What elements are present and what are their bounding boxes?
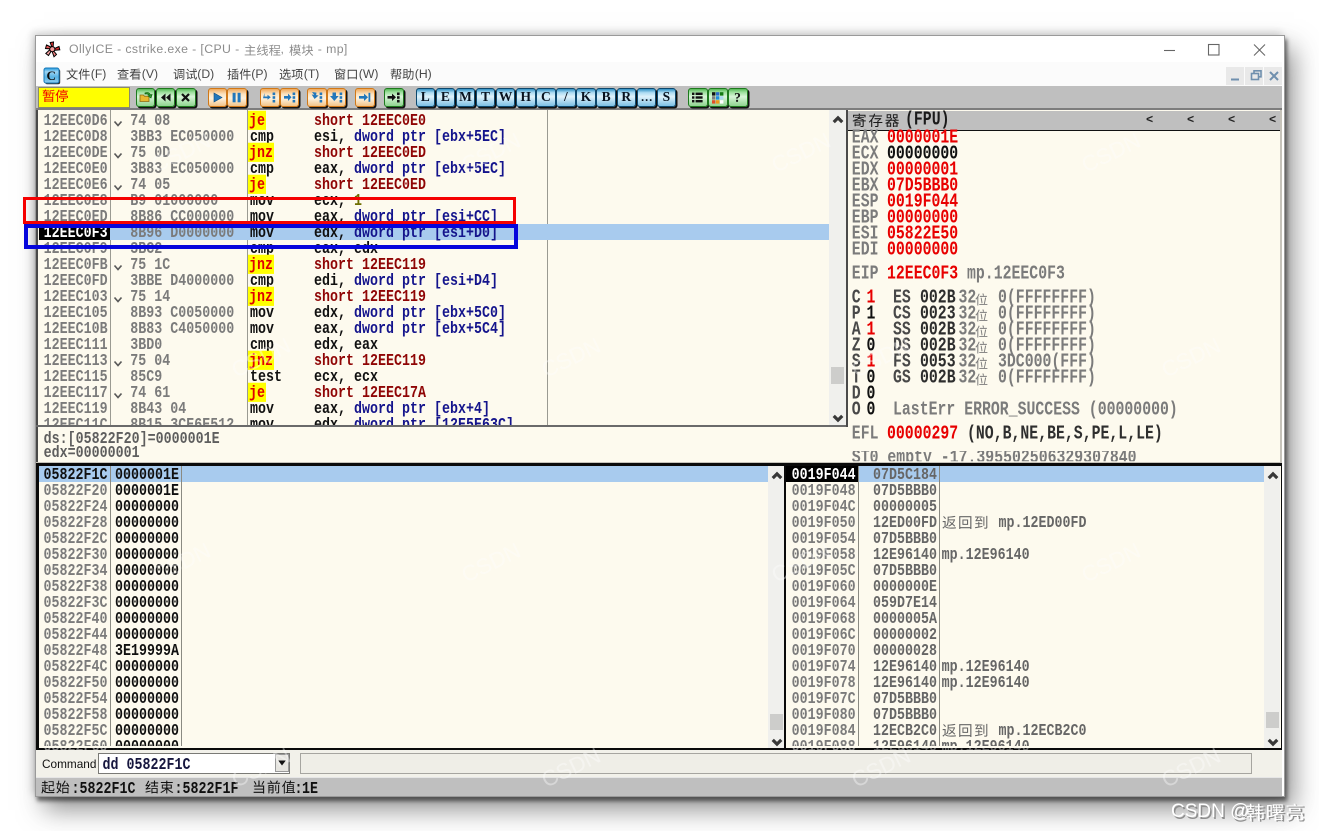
svg-text:?: ? — [734, 90, 741, 105]
svg-text:C: C — [47, 68, 56, 83]
